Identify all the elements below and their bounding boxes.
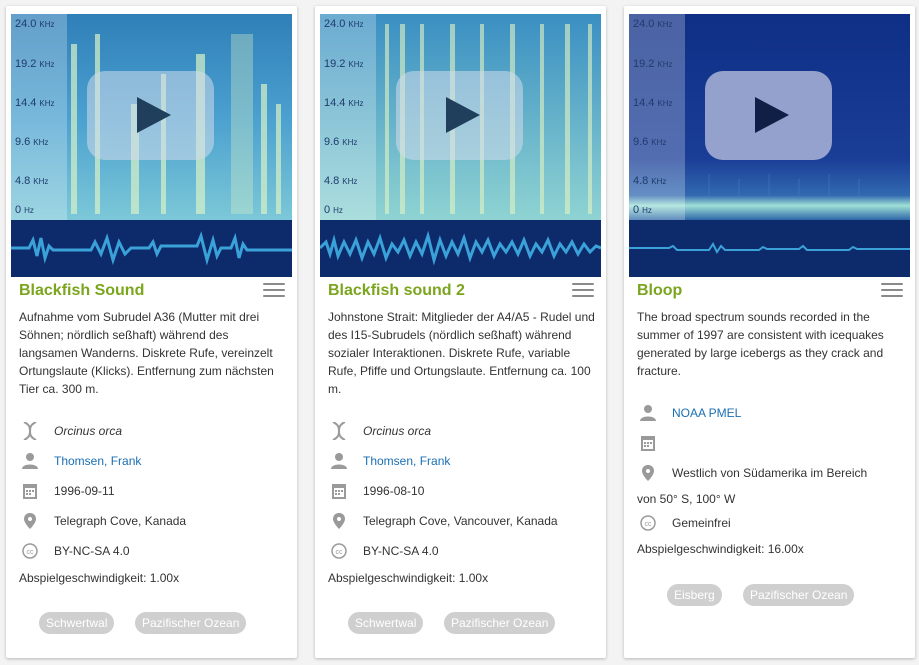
axis-tick: 9.6 KHz <box>633 136 667 148</box>
location-pin-icon <box>333 513 345 529</box>
menu-icon[interactable] <box>572 283 594 299</box>
recording-description: Johnstone Strait: Mitglieder der A4/A5 -… <box>328 310 595 396</box>
playback-speed: Abspielgeschwindigkeit: 1.00x <box>19 571 180 585</box>
axis-tick: 9.6 KHz <box>15 136 49 148</box>
spectrogram-thumbnail[interactable]: 24.0 KHz 19.2 KHz 14.4 KHz 9.6 KHz 4.8 KHz 0H… <box>320 14 601 277</box>
axis-tick: 9.6 KHz <box>324 136 358 148</box>
tag-chip[interactable]: Schwertwal <box>348 612 424 634</box>
svg-text:cc: cc <box>645 521 653 528</box>
recording-location: Westlich von Südamerika im Bereich <box>672 466 868 480</box>
axis-tick: 14.4 KHz <box>324 97 364 109</box>
recording-title[interactable]: Bloop <box>637 282 682 300</box>
play-icon <box>755 97 789 133</box>
license-text: BY-NC-SA 4.0 <box>363 544 439 558</box>
play-icon <box>137 97 171 133</box>
axis-tick: 14.4 KHz <box>15 97 55 109</box>
svg-text:cc: cc <box>336 549 344 556</box>
axis-tick: 19.2 KHz <box>633 58 673 70</box>
calendar-icon <box>23 484 37 499</box>
axis-tick: 4.8 KHz <box>324 175 358 187</box>
axis-tick: 24.0 KHz <box>324 18 364 30</box>
author-link[interactable]: Thomsen, Frank <box>54 454 141 468</box>
cc-license-icon: cc <box>331 543 347 559</box>
tag-chip[interactable]: Eisberg <box>667 584 722 606</box>
person-icon <box>331 453 347 469</box>
tag-chip[interactable]: Pazifischer Ozean <box>743 584 855 606</box>
location-pin-icon <box>642 465 654 481</box>
species-name: Orcinus orca <box>363 424 432 438</box>
tag-chip[interactable]: Pazifischer Ozean <box>444 612 556 634</box>
frequency-axis: 24.0 KHz 19.2 KHz 14.4 KHz 9.6 KHz 4.8 KHz 0H… <box>320 14 376 220</box>
recording-date: 1996-08-10 <box>363 484 425 498</box>
axis-tick: 19.2 KHz <box>15 58 55 70</box>
recording-location: Telegraph Cove, Vancouver, Kanada <box>363 514 558 528</box>
waveform <box>320 220 601 277</box>
frequency-axis: 24.0 KHz 19.2 KHz 14.4 KHz 9.6 KHz 4.8 KHz 0H… <box>11 14 67 220</box>
dna-icon <box>23 422 37 440</box>
svg-text:cc: cc <box>27 549 35 556</box>
recording-location-continued: von 50° S, 100° W <box>637 492 736 506</box>
spectrogram-thumbnail[interactable]: 24.0 KHz 19.2 KHz 14.4 KHz 9.6 KHz 4.8 KHz 0H… <box>11 14 292 277</box>
dna-icon <box>332 422 346 440</box>
species-name: Orcinus orca <box>54 424 123 438</box>
play-button[interactable] <box>396 71 523 160</box>
recording-card: 24.0 KHz 19.2 KHz 14.4 KHz 9.6 KHz 4.8 KHz 0H… <box>315 6 606 658</box>
waveform <box>11 220 292 277</box>
license-text: BY-NC-SA 4.0 <box>54 544 130 558</box>
recording-card: 24.0 KHz 19.2 KHz 14.4 KHz 9.6 KHz 4.8 KHz 0H… <box>624 6 915 658</box>
location-pin-icon <box>24 513 36 529</box>
calendar-icon <box>641 436 655 451</box>
license-text: Gemeinfrei <box>672 516 731 530</box>
spectrogram-thumbnail[interactable]: 24.0 KHz 19.2 KHz 14.4 KHz 9.6 KHz 4.8 KHz 0H… <box>629 14 910 277</box>
recording-description: Aufnahme vom Subrudel A36 (Mutter mit dr… <box>19 310 274 396</box>
waveform <box>629 220 910 277</box>
calendar-icon <box>332 484 346 499</box>
cc-license-icon: cc <box>22 543 38 559</box>
axis-tick: 19.2 KHz <box>324 58 364 70</box>
play-button[interactable] <box>705 71 832 160</box>
tag-chip[interactable]: Schwertwal <box>39 612 115 634</box>
axis-tick: 24.0 KHz <box>15 18 55 30</box>
person-icon <box>22 453 38 469</box>
tag-chip[interactable]: Pazifischer Ozean <box>135 612 247 634</box>
play-icon <box>446 97 480 133</box>
recording-description: The broad spectrum sounds recorded in th… <box>637 310 884 378</box>
playback-speed: Abspielgeschwindigkeit: 16.00x <box>637 542 804 556</box>
recording-title[interactable]: Blackfish Sound <box>19 282 144 300</box>
person-icon <box>640 405 656 421</box>
axis-tick: 4.8 KHz <box>633 175 667 187</box>
frequency-axis: 24.0 KHz 19.2 KHz 14.4 KHz 9.6 KHz 4.8 KHz 0H… <box>629 14 685 220</box>
recording-location: Telegraph Cove, Kanada <box>54 514 187 528</box>
author-link[interactable]: Thomsen, Frank <box>363 454 450 468</box>
recording-card: 24.0 KHz 19.2 KHz 14.4 KHz 9.6 KHz 4.8 KHz 0H… <box>6 6 297 658</box>
playback-speed: Abspielgeschwindigkeit: 1.00x <box>328 571 489 585</box>
play-button[interactable] <box>87 71 214 160</box>
axis-tick: 24.0 KHz <box>633 18 673 30</box>
axis-tick: 0 Hz <box>324 204 343 216</box>
axis-tick: 4.8 KHz <box>15 175 49 187</box>
axis-tick: 0 Hz <box>633 204 652 216</box>
axis-tick: 0 Hz <box>15 204 34 216</box>
recording-title[interactable]: Blackfish sound 2 <box>328 282 465 300</box>
author-link[interactable]: NOAA PMEL <box>672 406 741 420</box>
menu-icon[interactable] <box>881 283 903 299</box>
cc-license-icon: cc <box>640 515 656 531</box>
menu-icon[interactable] <box>263 283 285 299</box>
axis-tick: 14.4 KHz <box>633 97 673 109</box>
recording-date: 1996-09-11 <box>54 484 115 498</box>
